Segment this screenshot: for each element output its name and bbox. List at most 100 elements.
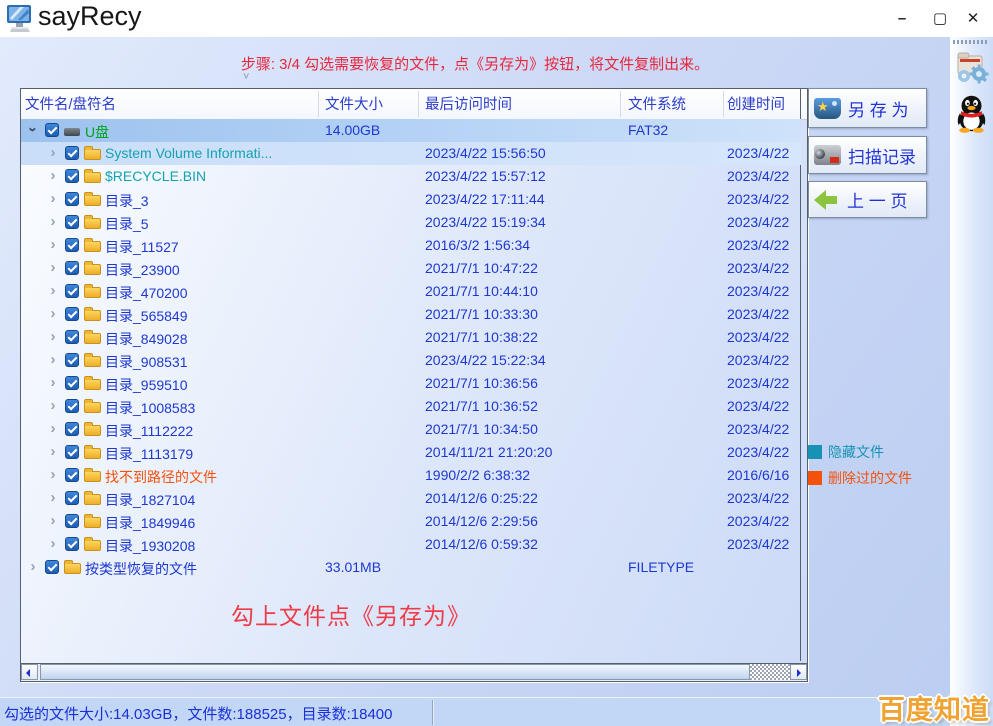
app-logo-icon <box>6 4 36 33</box>
chevron-collapsed-icon[interactable]: › <box>47 190 59 207</box>
folder-icon <box>84 195 101 206</box>
chevron-collapsed-icon[interactable]: › <box>47 236 59 253</box>
column-header-size[interactable]: 文件大小 <box>325 93 383 114</box>
scrollbar-track[interactable] <box>750 664 790 680</box>
column-divider[interactable] <box>418 91 419 117</box>
folder-icon <box>84 172 101 183</box>
table-row[interactable]: ›目录_19302082014/12/6 0:59:322023/4/22 <box>21 533 801 556</box>
column-header-fs[interactable]: 文件系统 <box>628 93 686 114</box>
status-bar: 勾选的文件大小:14.03GB，文件数:188525，目录数:18400 <box>0 697 950 726</box>
table-row[interactable]: ›目录_5658492021/7/1 10:33:302023/4/22 <box>21 303 801 326</box>
row-checkbox[interactable] <box>65 537 79 551</box>
app-window: sayRecy – ▢ ✕ 步骤: 3/4 勾选需要恢复的文件，点《另存为》按钮… <box>0 0 993 726</box>
chevron-collapsed-icon[interactable]: › <box>47 397 59 414</box>
chevron-collapsed-icon[interactable]: › <box>47 144 59 161</box>
table-row[interactable]: ›目录_18499462014/12/6 2:29:562023/4/22 <box>21 510 801 533</box>
column-header-atime[interactable]: 最后访问时间 <box>425 93 512 114</box>
maximize-button[interactable]: ▢ <box>925 5 955 32</box>
table-row[interactable]: ›目录_4702002021/7/1 10:44:102023/4/22 <box>21 280 801 303</box>
row-checkbox[interactable] <box>65 491 79 505</box>
column-header-ctime[interactable]: 创建时间 <box>727 93 785 114</box>
previous-page-label: 上 一 页 <box>847 187 907 212</box>
table-row[interactable]: ›System Volume Informati...2023/4/22 15:… <box>21 142 801 165</box>
chevron-collapsed-icon[interactable]: › <box>47 259 59 276</box>
column-divider[interactable] <box>620 91 621 117</box>
chevron-collapsed-icon[interactable]: › <box>47 305 59 322</box>
cell-access-time: 2023/4/22 17:11:44 <box>425 191 545 207</box>
table-row[interactable]: ›目录_18271042014/12/6 0:25:222023/4/22 <box>21 487 801 510</box>
table-row[interactable]: ›目录_239002021/7/1 10:47:222023/4/22 <box>21 257 801 280</box>
horizontal-scrollbar[interactable] <box>21 663 807 681</box>
row-name: U盘 <box>85 122 109 142</box>
table-row[interactable]: ›目录_10085832021/7/1 10:36:522023/4/22 <box>21 395 801 418</box>
chevron-collapsed-icon[interactable]: › <box>47 167 59 184</box>
panel-drag-handle-icon[interactable] <box>953 40 989 44</box>
chevron-collapsed-icon[interactable]: › <box>47 466 59 483</box>
chevron-collapsed-icon[interactable]: › <box>47 489 59 506</box>
column-divider[interactable] <box>723 91 724 117</box>
chevron-collapsed-icon[interactable]: › <box>47 420 59 437</box>
row-checkbox[interactable] <box>65 192 79 206</box>
column-header-name[interactable]: 文件名/盘符名 <box>25 93 116 114</box>
row-checkbox[interactable] <box>65 307 79 321</box>
row-checkbox[interactable] <box>65 169 79 183</box>
save-as-button[interactable]: 另 存 为 <box>808 88 927 128</box>
table-row[interactable]: ›按类型恢复的文件33.01MBFILETYPE <box>21 556 801 579</box>
chevron-expanded-icon[interactable]: › <box>25 124 42 136</box>
table-row[interactable]: ›找不到路径的文件1990/2/2 6:38:322016/6/16 <box>21 464 801 487</box>
scroll-right-button[interactable] <box>790 664 807 680</box>
chevron-collapsed-icon[interactable]: › <box>47 213 59 230</box>
table-row[interactable]: ›目录_11131792014/11/21 21:20:202023/4/22 <box>21 441 801 464</box>
cell-access-time: 2021/7/1 10:44:10 <box>425 283 538 299</box>
table-row[interactable]: ›目录_9595102021/7/1 10:36:562023/4/22 <box>21 372 801 395</box>
settings-folder-icon[interactable] <box>954 48 989 88</box>
cell-access-time: 2021/7/1 10:36:56 <box>425 375 538 391</box>
scan-record-button[interactable]: 扫描记录 <box>808 136 927 174</box>
row-checkbox[interactable] <box>65 238 79 252</box>
table-row[interactable]: ›目录_11122222021/7/1 10:34:502023/4/22 <box>21 418 801 441</box>
scroll-left-button[interactable] <box>21 664 38 680</box>
folder-icon <box>84 402 101 413</box>
qq-penguin-icon[interactable] <box>954 93 989 133</box>
row-checkbox[interactable] <box>45 560 59 574</box>
cell-access-time: 2021/7/1 10:34:50 <box>425 421 538 437</box>
row-checkbox[interactable] <box>65 330 79 344</box>
cell-access-time: 2021/7/1 10:38:22 <box>425 329 538 345</box>
chevron-collapsed-icon[interactable]: › <box>27 558 39 575</box>
table-row[interactable]: ›目录_52023/4/22 15:19:342023/4/22 <box>21 211 801 234</box>
row-name: 目录_565849 <box>105 306 188 326</box>
row-checkbox[interactable] <box>65 284 79 298</box>
table-row[interactable]: ›目录_8490282021/7/1 10:38:222023/4/22 <box>21 326 801 349</box>
folder-icon <box>84 310 101 321</box>
chevron-collapsed-icon[interactable]: › <box>47 374 59 391</box>
column-divider[interactable] <box>318 91 319 117</box>
row-checkbox[interactable] <box>65 146 79 160</box>
row-checkbox[interactable] <box>65 468 79 482</box>
row-checkbox[interactable] <box>65 353 79 367</box>
previous-page-button[interactable]: 上 一 页 <box>808 181 927 218</box>
chevron-collapsed-icon[interactable]: › <box>47 351 59 368</box>
close-button[interactable]: ✕ <box>958 5 988 32</box>
table-row[interactable]: ›目录_32023/4/22 17:11:442023/4/22 <box>21 188 801 211</box>
row-checkbox[interactable] <box>45 123 59 137</box>
row-checkbox[interactable] <box>65 215 79 229</box>
chevron-collapsed-icon[interactable]: › <box>47 443 59 460</box>
row-checkbox[interactable] <box>65 376 79 390</box>
table-row[interactable]: ›U盘14.00GBFAT32 <box>21 119 801 142</box>
chevron-collapsed-icon[interactable]: › <box>47 535 59 552</box>
chevron-collapsed-icon[interactable]: › <box>47 328 59 345</box>
table-row[interactable]: ›目录_115272016/3/2 1:56:342023/4/22 <box>21 234 801 257</box>
scrollbar-thumb[interactable] <box>40 664 750 680</box>
table-row[interactable]: ›目录_9085312023/4/22 15:22:342023/4/22 <box>21 349 801 372</box>
row-checkbox[interactable] <box>65 514 79 528</box>
cell-create-time: 2023/4/22 <box>727 490 789 506</box>
minimize-button[interactable]: – <box>887 5 917 32</box>
chevron-collapsed-icon[interactable]: › <box>47 282 59 299</box>
cell-access-time: 2021/7/1 10:33:30 <box>425 306 538 322</box>
row-checkbox[interactable] <box>65 445 79 459</box>
row-checkbox[interactable] <box>65 422 79 436</box>
table-row[interactable]: ›$RECYCLE.BIN2023/4/22 15:57:122023/4/22 <box>21 165 801 188</box>
chevron-collapsed-icon[interactable]: › <box>47 512 59 529</box>
row-checkbox[interactable] <box>65 399 79 413</box>
row-checkbox[interactable] <box>65 261 79 275</box>
